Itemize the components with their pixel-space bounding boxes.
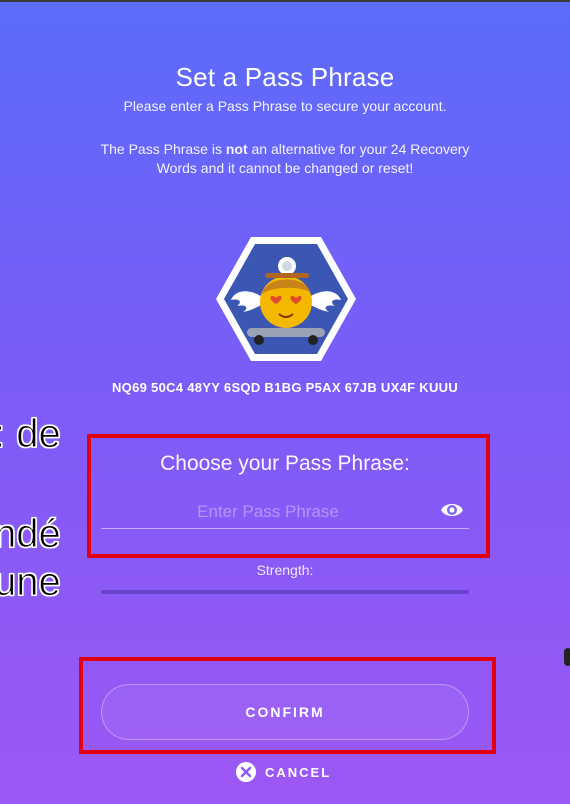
strength-label: Strength: [256,562,314,578]
confirm-button[interactable]: CONFIRM [101,684,469,740]
warning-bold: not [225,141,248,157]
account-address: NQ69 50C4 48YY 6SQD B1BG P5AX 67JB UX4F … [111,380,459,395]
warning-text: The Pass Phrase is not an alternative fo… [80,140,490,178]
warning-prefix: The Pass Phrase is [100,141,226,157]
window-top-border [0,0,570,2]
account-avatar-icon [216,237,356,361]
page-subtitle: Please enter a Pass Phrase to secure you… [123,98,447,114]
cancel-button[interactable]: CANCEL [236,762,331,782]
eye-icon[interactable] [440,500,464,520]
passphrase-underline [101,528,469,529]
strength-meter [101,590,469,594]
close-circle-icon [236,762,256,782]
edge-fragment [564,648,570,666]
passphrase-input[interactable] [101,496,435,528]
page-title: Set a Pass Phrase [175,62,395,92]
passphrase-label: Choose your Pass Phrase: [160,452,410,475]
overlay-text-line-2: ndé [0,512,61,557]
overlay-text-line-1: : de [0,412,61,457]
cancel-label: CANCEL [265,764,332,780]
